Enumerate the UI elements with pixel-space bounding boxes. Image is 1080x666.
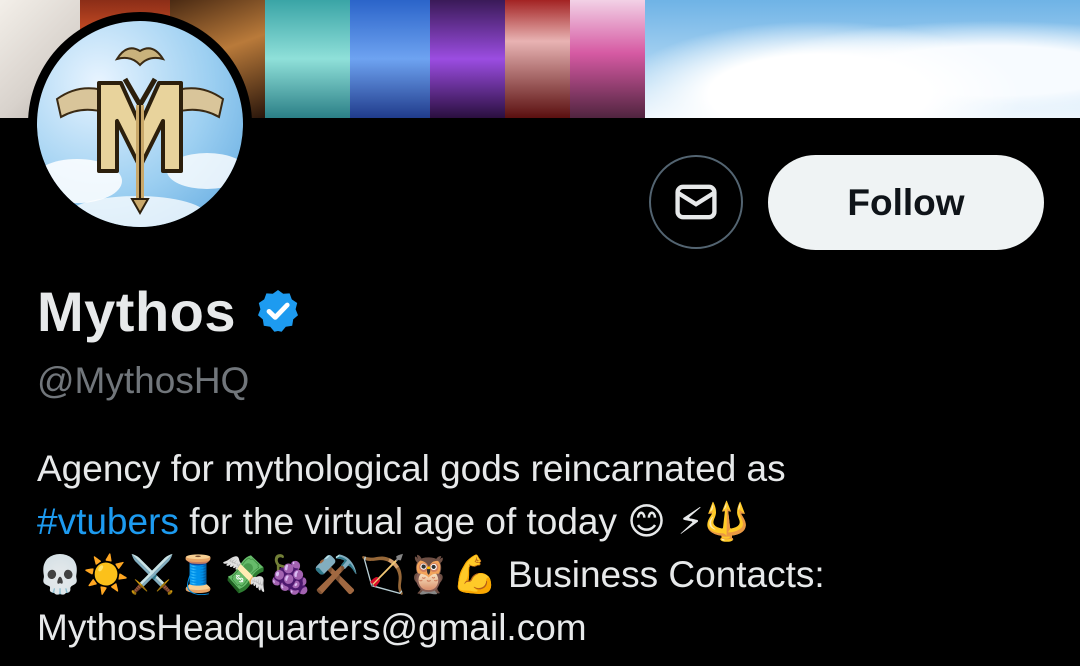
bio-line-2: #vtubers for the virtual age of today 😊 … xyxy=(37,495,1047,548)
contact-email[interactable]: MythosHeadquarters@gmail.com xyxy=(37,601,1047,654)
hashtag-link[interactable]: #vtubers xyxy=(37,501,179,542)
profile-bio: Agency for mythological gods reincarnate… xyxy=(37,442,1047,654)
bio-emoji-row: 💀☀️⚔️🧵💸🍇⚒️🏹🦉💪 xyxy=(37,553,498,596)
display-name: Mythos xyxy=(37,279,236,343)
envelope-icon xyxy=(675,184,717,220)
bio-line-1: Agency for mythological gods reincarnate… xyxy=(37,448,786,489)
name-row: Mythos xyxy=(37,278,302,344)
bio-line-2-text: for the virtual age of today xyxy=(178,501,618,542)
bio-line-2-emoji: 😊 ⚡🔱 xyxy=(627,500,750,543)
business-contacts-label: Business Contacts: xyxy=(497,554,825,595)
message-button[interactable] xyxy=(649,155,743,249)
avatar-logo xyxy=(37,21,243,227)
follow-button[interactable]: Follow xyxy=(768,155,1044,250)
verified-badge-icon[interactable] xyxy=(254,287,302,335)
user-handle: @MythosHQ xyxy=(37,360,250,401)
bio-line-3: 💀☀️⚔️🧵💸🍇⚒️🏹🦉💪 Business Contacts: xyxy=(37,548,1047,601)
banner-sky xyxy=(645,0,1080,118)
avatar[interactable] xyxy=(28,12,252,236)
